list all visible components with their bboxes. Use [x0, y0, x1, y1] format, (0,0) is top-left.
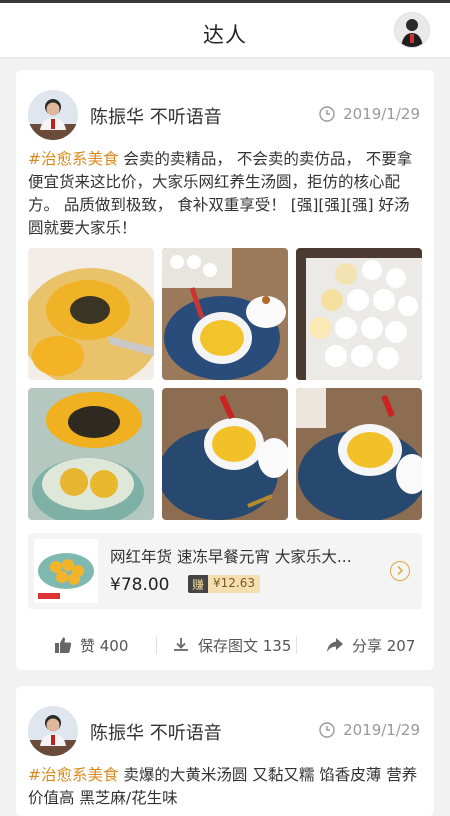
post-card: 陈振华 不听语音 2019/1/29 #治愈系美食 会卖的卖精品， 不会卖的卖仿… — [16, 70, 434, 670]
save-count: 保存图文 135 — [198, 636, 292, 655]
hashtag-link[interactable]: #治愈系美食 — [28, 150, 119, 168]
post-image-3[interactable] — [296, 248, 422, 380]
product-thumbnail[interactable] — [34, 539, 98, 603]
header-user-avatar[interactable] — [394, 12, 430, 48]
post-image-2[interactable] — [162, 248, 288, 380]
hashtag-link[interactable]: #治愈系美食 — [28, 766, 119, 784]
post-date: 2019/1/29 — [319, 105, 420, 123]
save-button[interactable]: 保存图文 135 — [172, 630, 291, 660]
post-image-6[interactable] — [296, 388, 422, 520]
author-name[interactable]: 陈振华 不听语音 — [90, 103, 222, 129]
post-image-5[interactable] — [162, 388, 288, 520]
app-header: 达人 — [0, 3, 450, 58]
earn-badge: 赚 ¥12.63 — [188, 575, 261, 593]
post-date: 2019/1/29 — [319, 721, 420, 739]
post-date-text: 2019/1/29 — [343, 721, 420, 739]
author-avatar[interactable] — [28, 90, 78, 140]
share-icon — [327, 638, 343, 652]
action-divider — [156, 636, 157, 654]
chevron-right-icon[interactable] — [390, 561, 410, 581]
post-image-1[interactable] — [28, 248, 154, 380]
clock-icon — [319, 106, 335, 122]
clock-icon — [319, 722, 335, 738]
share-button[interactable]: 分享 207 — [326, 630, 415, 660]
post-body: #治愈系美食 卖爆的大黄米汤圆 又黏又糯 馅香皮薄 营养价值高 黑芝麻/花生味 — [28, 764, 424, 810]
post-card: 陈振华 不听语音 2019/1/29 #治愈系美食 卖爆的大黄米汤圆 又黏又糯 … — [16, 686, 434, 816]
author-name[interactable]: 陈振华 不听语音 — [90, 719, 222, 745]
author-avatar[interactable] — [28, 706, 78, 756]
action-divider — [296, 636, 297, 654]
earn-label: 赚 — [188, 575, 209, 593]
post-image-4[interactable] — [28, 388, 154, 520]
product-price: ¥78.00 — [110, 575, 170, 595]
like-count: 赞 400 — [80, 636, 129, 655]
page-title: 达人 — [203, 23, 247, 47]
product-title[interactable]: 网红年货 速冻早餐元宵 大家乐大... — [110, 545, 370, 567]
like-button[interactable]: 赞 400 — [54, 630, 128, 660]
post-body: #治愈系美食 会卖的卖精品， 不会卖的卖仿品， 不要拿便宜货来这比价，大家乐网红… — [28, 148, 424, 240]
earn-amount: ¥12.63 — [208, 575, 261, 593]
product-card[interactable]: 网红年货 速冻早餐元宵 大家乐大... ¥78.00 赚 ¥12.63 — [28, 533, 422, 609]
post-date-text: 2019/1/29 — [343, 105, 420, 123]
thumbs-up-icon — [55, 637, 72, 653]
download-icon — [174, 638, 188, 651]
share-count: 分享 207 — [352, 636, 416, 655]
